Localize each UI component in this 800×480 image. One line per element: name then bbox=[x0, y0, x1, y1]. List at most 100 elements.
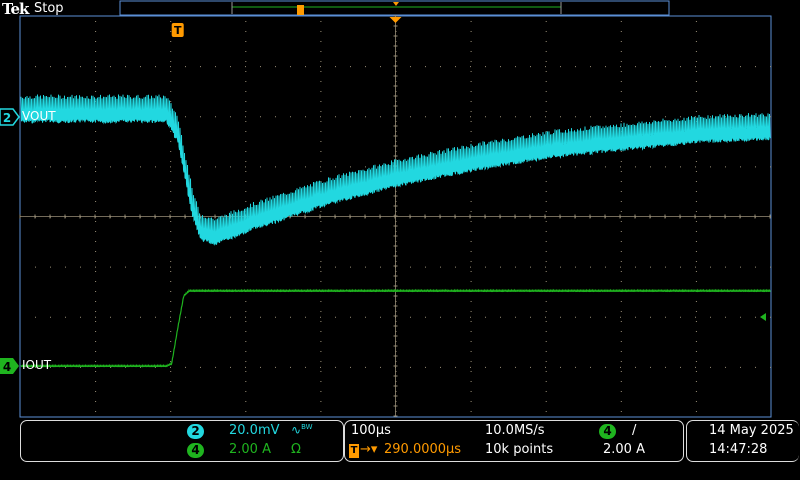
grid-dot bbox=[410, 116, 411, 118]
grid-dot bbox=[95, 161, 97, 162]
grid-dot bbox=[545, 281, 547, 282]
grid-dot bbox=[650, 316, 651, 318]
grid-dot bbox=[305, 116, 306, 118]
grid-dot bbox=[620, 311, 622, 312]
grid-dot bbox=[635, 366, 636, 368]
grid-dot bbox=[320, 261, 322, 262]
grid-dot bbox=[215, 366, 216, 368]
grid-dot bbox=[170, 101, 172, 102]
grid-dot bbox=[365, 116, 366, 118]
grid-dot bbox=[620, 241, 622, 242]
vertical-panel[interactable]: 2 20.0mV ∿BW 4 2.00 A Ω bbox=[20, 420, 344, 462]
grid-dot bbox=[695, 191, 697, 192]
horizontal-panel[interactable]: 100µs 10.0MS/s T →▾ 290.0000µs 10k point… bbox=[344, 420, 684, 462]
grid-dot bbox=[95, 141, 97, 142]
grid-dot bbox=[95, 351, 97, 352]
grid-dot bbox=[320, 266, 321, 268]
grid-dot bbox=[425, 316, 426, 318]
grid-dot bbox=[470, 41, 472, 42]
horizontal-delay[interactable]: 290.0000µs bbox=[384, 442, 461, 457]
grid-dot bbox=[485, 116, 486, 118]
grid-dot bbox=[470, 131, 472, 132]
grid-dot bbox=[245, 21, 247, 22]
time-per-div[interactable]: 100µs bbox=[351, 423, 391, 438]
grid-dot bbox=[695, 111, 697, 112]
grid-dot bbox=[545, 66, 546, 68]
grid-dot bbox=[245, 171, 247, 172]
grid-dot bbox=[620, 191, 622, 192]
grid-dot bbox=[320, 341, 322, 342]
grid-dot bbox=[365, 266, 366, 268]
grid-dot bbox=[560, 116, 561, 118]
bw-text: BW bbox=[301, 423, 313, 431]
grid-dot bbox=[725, 316, 726, 318]
grid-dot bbox=[65, 266, 66, 268]
grid-dot bbox=[245, 66, 246, 68]
grid-dot bbox=[245, 51, 247, 52]
grid-dot bbox=[755, 316, 756, 318]
grid-dot bbox=[770, 266, 771, 268]
grid-dot bbox=[560, 66, 561, 68]
grid-dot bbox=[95, 271, 97, 272]
grid-dot bbox=[695, 266, 696, 268]
grid-dot bbox=[95, 251, 97, 252]
ch4-scale[interactable]: 2.00 A bbox=[229, 442, 271, 457]
grid-dot bbox=[245, 401, 247, 402]
bandwidth-limit-icon: ∿BW bbox=[291, 423, 313, 437]
grid-dot bbox=[290, 116, 291, 118]
grid-dot bbox=[560, 316, 561, 318]
grid-dot bbox=[50, 166, 51, 168]
grid-dot bbox=[185, 316, 186, 318]
grid-dot bbox=[95, 401, 97, 402]
grid-dot bbox=[245, 411, 247, 412]
trigger-source-badge[interactable]: 4 bbox=[599, 424, 616, 439]
grid-dot bbox=[170, 166, 171, 168]
delay-arrow-icon: →▾ bbox=[360, 442, 378, 457]
grid-dot bbox=[95, 371, 97, 372]
grid-dot bbox=[65, 366, 66, 368]
grid-dot bbox=[710, 316, 711, 318]
grid-dot bbox=[770, 366, 771, 368]
grid-dot bbox=[680, 66, 681, 68]
grid-dot bbox=[320, 121, 322, 122]
grid-dot bbox=[335, 266, 336, 268]
grid-dot bbox=[320, 316, 321, 318]
grid-dot bbox=[755, 366, 756, 368]
grid-dot bbox=[170, 66, 171, 68]
grid-dot bbox=[185, 66, 186, 68]
grid-dot bbox=[230, 316, 231, 318]
trigger-level[interactable]: 2.00 A bbox=[603, 442, 645, 457]
grid-dot bbox=[650, 366, 651, 368]
grid-dot bbox=[170, 201, 172, 202]
grid-dot bbox=[410, 366, 411, 368]
grid-dot bbox=[245, 316, 246, 318]
grid-dot bbox=[305, 66, 306, 68]
grid-dot bbox=[620, 371, 622, 372]
grid-dot bbox=[500, 316, 501, 318]
ch2-scale[interactable]: 20.0mV bbox=[229, 423, 280, 438]
ch2-badge[interactable]: 2 bbox=[187, 424, 204, 439]
grid-dot bbox=[170, 361, 172, 362]
grid-dot bbox=[35, 266, 36, 268]
grid-dot bbox=[170, 211, 172, 212]
grid-dot bbox=[620, 321, 622, 322]
grid-dot bbox=[95, 381, 97, 382]
grid-dot bbox=[410, 66, 411, 68]
grid-dot bbox=[620, 71, 622, 72]
ch4-ground-marker-number: 4 bbox=[3, 360, 11, 374]
grid-dot bbox=[35, 66, 36, 68]
grid-dot bbox=[545, 381, 547, 382]
grid-dot bbox=[485, 66, 486, 68]
grid-dot bbox=[620, 21, 622, 22]
grid-dot bbox=[170, 351, 172, 352]
grid-dot bbox=[620, 351, 622, 352]
grid-dot bbox=[545, 91, 547, 92]
grid-dot bbox=[365, 316, 366, 318]
ch4-badge[interactable]: 4 bbox=[187, 443, 204, 458]
grid-dot bbox=[620, 381, 622, 382]
grid-dot bbox=[95, 266, 96, 268]
grid-dot bbox=[95, 91, 97, 92]
grid-dot bbox=[245, 241, 247, 242]
grid-dot bbox=[620, 366, 621, 368]
grid-dot bbox=[320, 61, 322, 62]
